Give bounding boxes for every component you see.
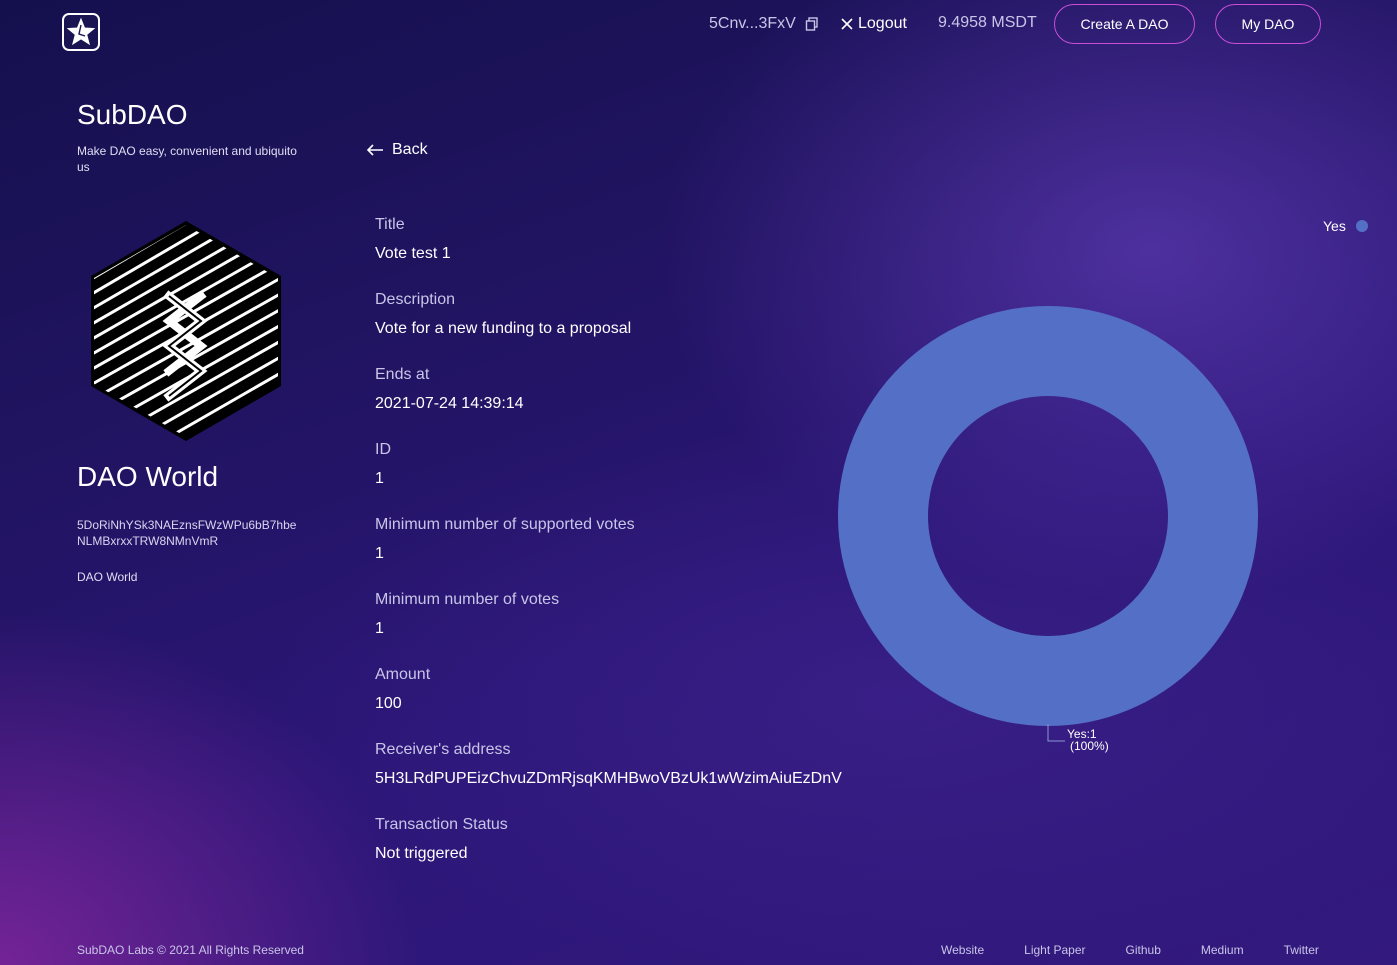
proposal-details: Title Vote test 1 Description Vote for a… [375, 216, 842, 891]
field-description: Description Vote for a new funding to a … [375, 291, 842, 366]
field-value: Not triggered [375, 845, 468, 862]
field-label: Ends at [375, 366, 430, 383]
field-value: 2021-07-24 14:39:14 [375, 395, 524, 412]
field-value: 1 [375, 620, 384, 637]
footer-link-website[interactable]: Website [941, 943, 984, 957]
footer-link-github[interactable]: Github [1126, 943, 1161, 957]
dao-address: 5DoRiNhYSk3NAEznsFWzWPu6bB7hbeNLMBxrxxTR… [77, 518, 297, 548]
copy-icon[interactable] [805, 17, 819, 31]
field-ends-at: Ends at 2021-07-24 14:39:14 [375, 366, 842, 441]
field-value: 1 [375, 470, 384, 487]
footer-link-light-paper[interactable]: Light Paper [1024, 943, 1085, 957]
field-value: 100 [375, 695, 402, 712]
slice-label-leader [1047, 724, 1065, 742]
footer-link-medium[interactable]: Medium [1201, 943, 1244, 957]
field-label: Minimum number of votes [375, 591, 560, 608]
back-label: Back [392, 141, 428, 158]
field-id: ID 1 [375, 441, 842, 516]
field-value: Vote for a new funding to a proposal [375, 320, 632, 337]
brand-title: SubDAO [77, 99, 188, 130]
footer-link-twitter[interactable]: Twitter [1284, 943, 1319, 957]
arrow-left-icon [366, 144, 383, 156]
field-label: ID [375, 441, 391, 458]
wallet-address[interactable]: 5Cnv...3FxV [709, 15, 819, 33]
wallet-address-text: 5Cnv...3FxV [709, 15, 796, 32]
field-label: Amount [375, 666, 431, 683]
legend-label: Yes [1323, 218, 1346, 234]
field-value: 5H3LRdPUPEizChvuZDmRjsqKMHBwoVBzUk1wWzim… [375, 770, 842, 787]
chart-legend-item[interactable]: Yes [1323, 218, 1368, 234]
field-label: Description [375, 291, 456, 308]
logout-button[interactable]: Logout [840, 15, 907, 33]
field-receiver-address: Receiver's address 5H3LRdPUPEizChvuZDmRj… [375, 741, 842, 816]
donut-slice-yes[interactable] [838, 306, 1258, 726]
field-label: Title [375, 216, 405, 233]
slice-label-percent: (100%) [1070, 739, 1109, 753]
star-logo-icon [66, 17, 96, 46]
my-dao-button[interactable]: My DAO [1215, 4, 1321, 44]
field-min-supported-votes: Minimum number of supported votes 1 [375, 516, 842, 591]
field-min-votes: Minimum number of votes 1 [375, 591, 842, 666]
footer-copyright: SubDAO Labs © 2021 All Rights Reserved [77, 943, 304, 957]
dao-logo-image [91, 221, 281, 446]
field-value: Vote test 1 [375, 245, 451, 262]
footer-links: Website Light Paper Github Medium Twitte… [941, 943, 1319, 957]
close-icon [841, 18, 853, 30]
create-dao-button[interactable]: Create A DAO [1054, 4, 1195, 44]
home-logo-link[interactable] [62, 13, 100, 51]
wallet-balance: 9.4958 MSDT [938, 14, 1037, 31]
field-label: Transaction Status [375, 816, 508, 833]
back-button[interactable]: Back [366, 141, 428, 159]
dao-name: DAO World [77, 461, 219, 492]
legend-marker [1355, 220, 1368, 232]
field-title: Title Vote test 1 [375, 216, 842, 291]
dao-description: DAO World [77, 570, 138, 584]
field-value: 1 [375, 545, 384, 562]
field-transaction-status: Transaction Status Not triggered [375, 816, 842, 891]
field-label: Minimum number of supported votes [375, 516, 635, 533]
logout-label: Logout [858, 15, 907, 32]
slice-label-yes: Yes:1 (100%) [1067, 728, 1109, 752]
field-amount: Amount 100 [375, 666, 842, 741]
brand-tagline: Make DAO easy, convenient and ubiquito u… [77, 144, 297, 174]
field-label: Receiver's address [375, 741, 511, 758]
vote-donut-chart [838, 306, 1258, 726]
